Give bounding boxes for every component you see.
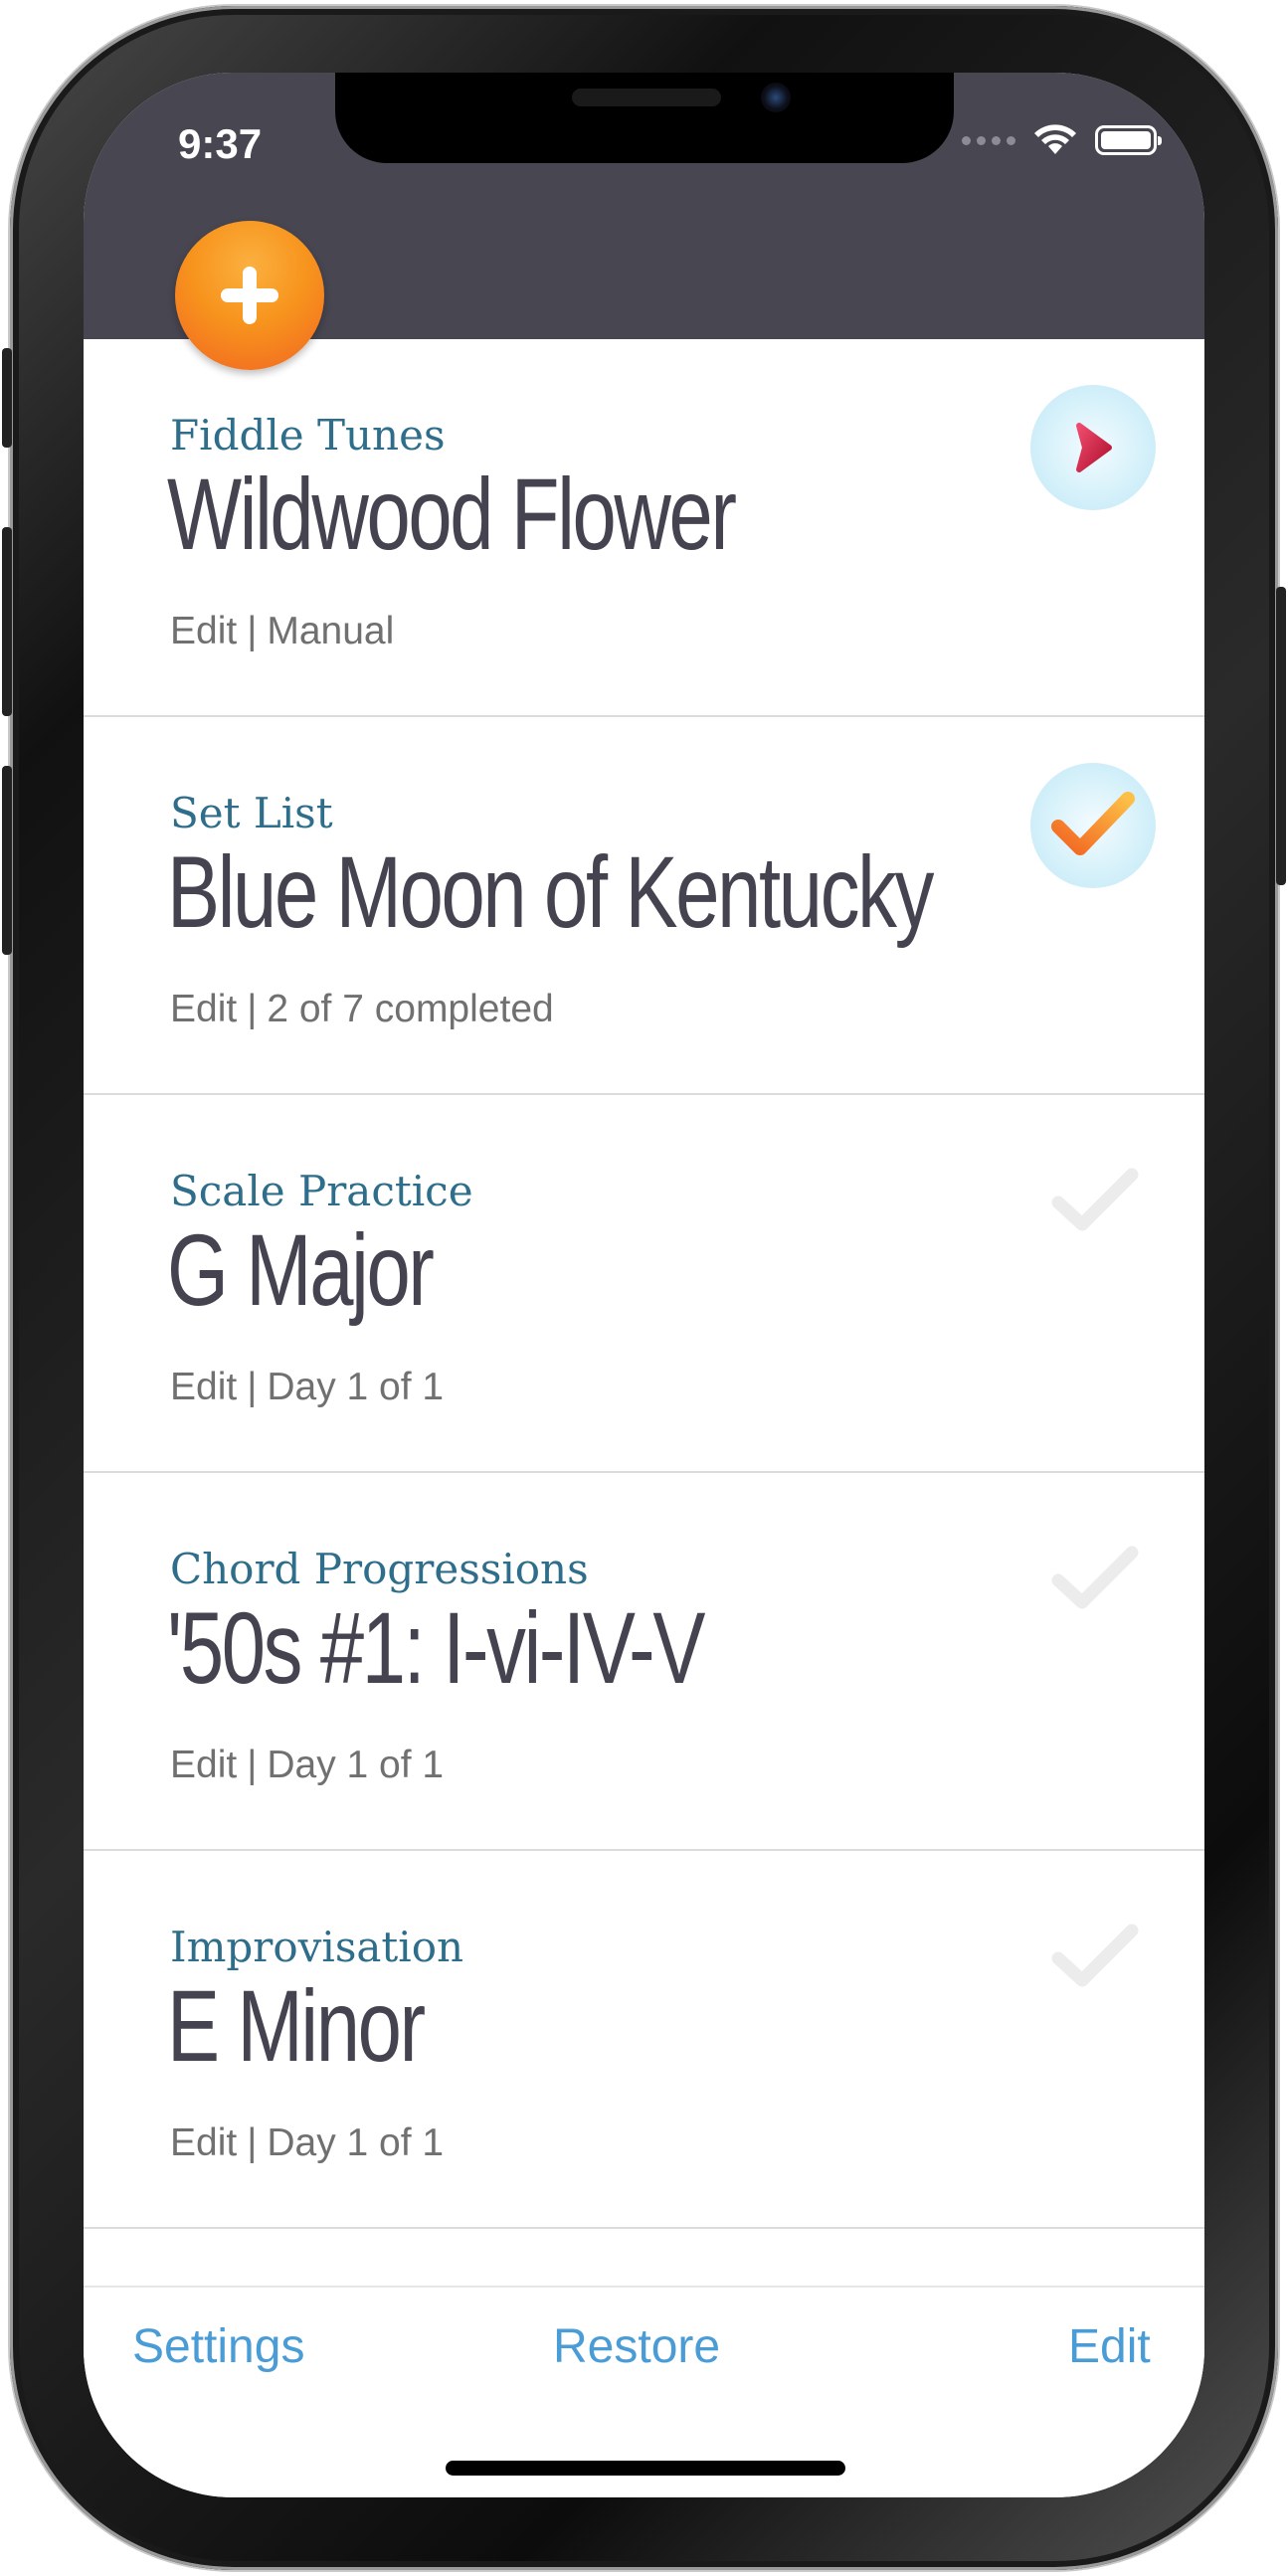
- list-item[interactable]: Improvisation E Minor Edit | Day 1 of 1: [84, 1851, 1204, 2229]
- row-subtitle: Edit | 2 of 7 completed: [170, 988, 554, 1031]
- row-subtitle: Edit | Day 1 of 1: [170, 2121, 444, 2165]
- row-category: Chord Progressions: [170, 1545, 589, 1593]
- list-item[interactable]: Fiddle Tunes Wildwood Flower Edit | Manual: [84, 339, 1204, 717]
- play-button[interactable]: [1030, 385, 1156, 510]
- row-subtitle: Edit | Manual: [170, 610, 394, 653]
- separator: |: [247, 610, 258, 652]
- status-indicators: [962, 124, 1162, 156]
- settings-button[interactable]: Settings: [132, 2319, 304, 2374]
- row-title: '50s #1: I-vi-IV-V: [167, 1591, 705, 1705]
- notch: [335, 73, 954, 163]
- row-title: E Minor: [167, 1969, 426, 2083]
- separator: |: [247, 988, 258, 1030]
- edit-link[interactable]: Edit: [170, 1366, 237, 1408]
- list-item[interactable]: Scale Practice G Major Edit | Day 1 of 1: [84, 1095, 1204, 1473]
- edit-link[interactable]: Edit: [170, 610, 237, 652]
- edit-link[interactable]: Edit: [170, 2121, 237, 2164]
- edit-button[interactable]: Edit: [1068, 2319, 1151, 2374]
- speaker: [572, 89, 721, 106]
- separator: |: [247, 1366, 258, 1408]
- row-detail: Day 1 of 1: [267, 2121, 445, 2164]
- row-category: Set List: [170, 789, 333, 837]
- signal-icon: [962, 135, 1015, 145]
- plus-icon: [221, 267, 278, 324]
- add-button[interactable]: [175, 221, 324, 370]
- restore-button[interactable]: Restore: [553, 2319, 720, 2374]
- routine-list: Fiddle Tunes Wildwood Flower Edit | Manual…: [84, 339, 1204, 2229]
- separator: |: [247, 2121, 258, 2164]
- faint-checkmark-icon[interactable]: [1050, 1923, 1140, 1992]
- row-detail: Day 1 of 1: [267, 1744, 445, 1786]
- status-time: 9:37: [178, 120, 263, 167]
- front-camera: [761, 83, 791, 112]
- power-button: [1276, 587, 1286, 885]
- edit-link[interactable]: Edit: [170, 1744, 237, 1786]
- row-title: Wildwood Flower: [167, 458, 737, 571]
- row-detail: Manual: [267, 610, 395, 652]
- list-item[interactable]: Chord Progressions '50s #1: I-vi-IV-V Ed…: [84, 1473, 1204, 1851]
- row-category: Improvisation: [170, 1923, 464, 1971]
- row-subtitle: Edit | Day 1 of 1: [170, 1366, 444, 1409]
- checkmark-icon: [1051, 792, 1135, 855]
- row-title: G Major: [167, 1213, 435, 1327]
- complete-button[interactable]: [1030, 763, 1156, 888]
- mute-switch: [2, 348, 12, 448]
- faint-checkmark-icon[interactable]: [1050, 1167, 1140, 1236]
- battery-icon: [1095, 125, 1162, 155]
- volume-up-button: [2, 527, 12, 716]
- row-detail: 2 of 7 completed: [267, 988, 554, 1030]
- home-indicator[interactable]: [446, 2461, 845, 2476]
- row-title: Blue Moon of Kentucky: [167, 835, 934, 949]
- screen: 9:37 Fiddle Tunes Wildwood Flower Edit | M: [84, 73, 1204, 2497]
- row-detail: Day 1 of 1: [267, 1366, 445, 1408]
- wifi-icon: [1034, 124, 1076, 154]
- play-arrow-icon: [1076, 423, 1112, 472]
- edit-link[interactable]: Edit: [170, 988, 237, 1030]
- volume-down-button: [2, 766, 12, 955]
- row-subtitle: Edit | Day 1 of 1: [170, 1744, 444, 1787]
- separator: |: [247, 1744, 258, 1786]
- row-category: Scale Practice: [170, 1167, 473, 1215]
- faint-checkmark-icon[interactable]: [1050, 1545, 1140, 1614]
- list-item[interactable]: Set List Blue Moon of Kentucky Edit | 2 of…: [84, 717, 1204, 1095]
- row-category: Fiddle Tunes: [170, 411, 446, 460]
